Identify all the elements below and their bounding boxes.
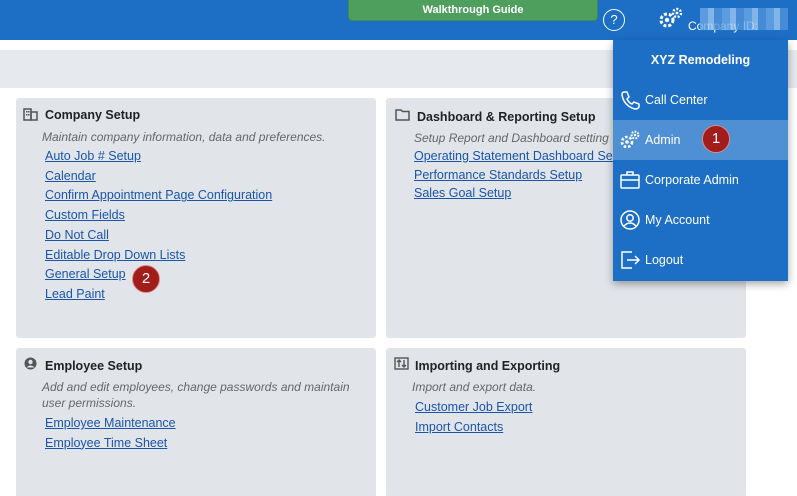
- link-custom-fields[interactable]: Custom Fields: [45, 206, 272, 226]
- dashboard-reporting-description: Setup Report and Dashboard setting: [414, 131, 609, 145]
- user-circle-icon: [620, 210, 640, 230]
- link-employee-time-sheet[interactable]: Employee Time Sheet: [45, 434, 176, 454]
- walkthrough-guide-button[interactable]: Walkthrough Guide: [348, 0, 598, 21]
- step-2-badge: 2: [132, 265, 160, 293]
- link-import-contacts[interactable]: Import Contacts: [415, 418, 532, 438]
- briefcase-icon: [620, 171, 640, 189]
- gears-icon[interactable]: [658, 7, 684, 31]
- menu-item-admin[interactable]: Admin: [613, 120, 788, 160]
- import-export-description: Import and export data.: [412, 380, 537, 394]
- link-editable-drop-down-lists[interactable]: Editable Drop Down Lists: [45, 246, 272, 266]
- building-icon: [23, 108, 38, 121]
- company-setup-card: Company Setup Maintain company informati…: [16, 98, 376, 338]
- gears-icon: [620, 130, 640, 149]
- menu-item-corporate-admin[interactable]: Corporate Admin: [613, 160, 788, 200]
- help-icon[interactable]: ?: [603, 9, 625, 31]
- menu-item-label: Logout: [645, 253, 684, 267]
- import-export-icon: [394, 357, 409, 370]
- link-auto-job-setup[interactable]: Auto Job # Setup: [45, 147, 272, 167]
- phone-icon: [621, 91, 640, 110]
- company-name-header: XYZ Remodeling: [650, 53, 751, 67]
- link-confirm-appointment-page-configuration[interactable]: Confirm Appointment Page Configuration: [45, 186, 272, 206]
- company-id-redacted: [700, 8, 788, 30]
- user-icon: [24, 357, 37, 370]
- dashboard-reporting-title: Dashboard & Reporting Setup: [417, 110, 596, 124]
- menu-item-my-account[interactable]: My Account: [613, 200, 788, 240]
- import-export-card: Importing and Exporting Import and expor…: [386, 348, 746, 496]
- link-lead-paint[interactable]: Lead Paint: [45, 285, 272, 305]
- menu-item-label: Admin: [645, 133, 681, 147]
- import-export-title: Importing and Exporting: [415, 359, 561, 373]
- company-setup-title: Company Setup: [45, 108, 141, 122]
- logout-icon: [621, 251, 641, 269]
- company-setup-description: Maintain company information, data and p…: [42, 130, 326, 144]
- menu-item-label: My Account: [645, 213, 710, 227]
- link-employee-maintenance[interactable]: Employee Maintenance: [45, 414, 176, 434]
- employee-setup-title: Employee Setup: [45, 359, 143, 373]
- account-dropdown-menu: XYZ Remodeling Call Center Admin Corpora…: [613, 40, 788, 281]
- folder-icon: [395, 109, 410, 121]
- employee-setup-description: Add and edit employees, change passwords…: [42, 380, 350, 410]
- link-sales-goal-setup[interactable]: Sales Goal Setup: [414, 184, 613, 203]
- menu-item-label: Corporate Admin: [645, 173, 739, 187]
- step-1-badge: 1: [702, 125, 730, 153]
- link-do-not-call[interactable]: Do Not Call: [45, 226, 272, 246]
- link-customer-job-export[interactable]: Customer Job Export: [415, 398, 532, 418]
- link-performance-standards-setup[interactable]: Performance Standards Setup: [414, 166, 613, 185]
- employee-setup-card: Employee Setup Add and edit employees, c…: [16, 348, 376, 496]
- menu-item-label: Call Center: [645, 93, 708, 107]
- link-calendar[interactable]: Calendar: [45, 167, 272, 187]
- menu-item-logout[interactable]: Logout: [613, 240, 788, 280]
- link-operating-statement-dashboard[interactable]: Operating Statement Dashboard Se: [414, 147, 613, 166]
- menu-item-call-center[interactable]: Call Center: [613, 80, 788, 120]
